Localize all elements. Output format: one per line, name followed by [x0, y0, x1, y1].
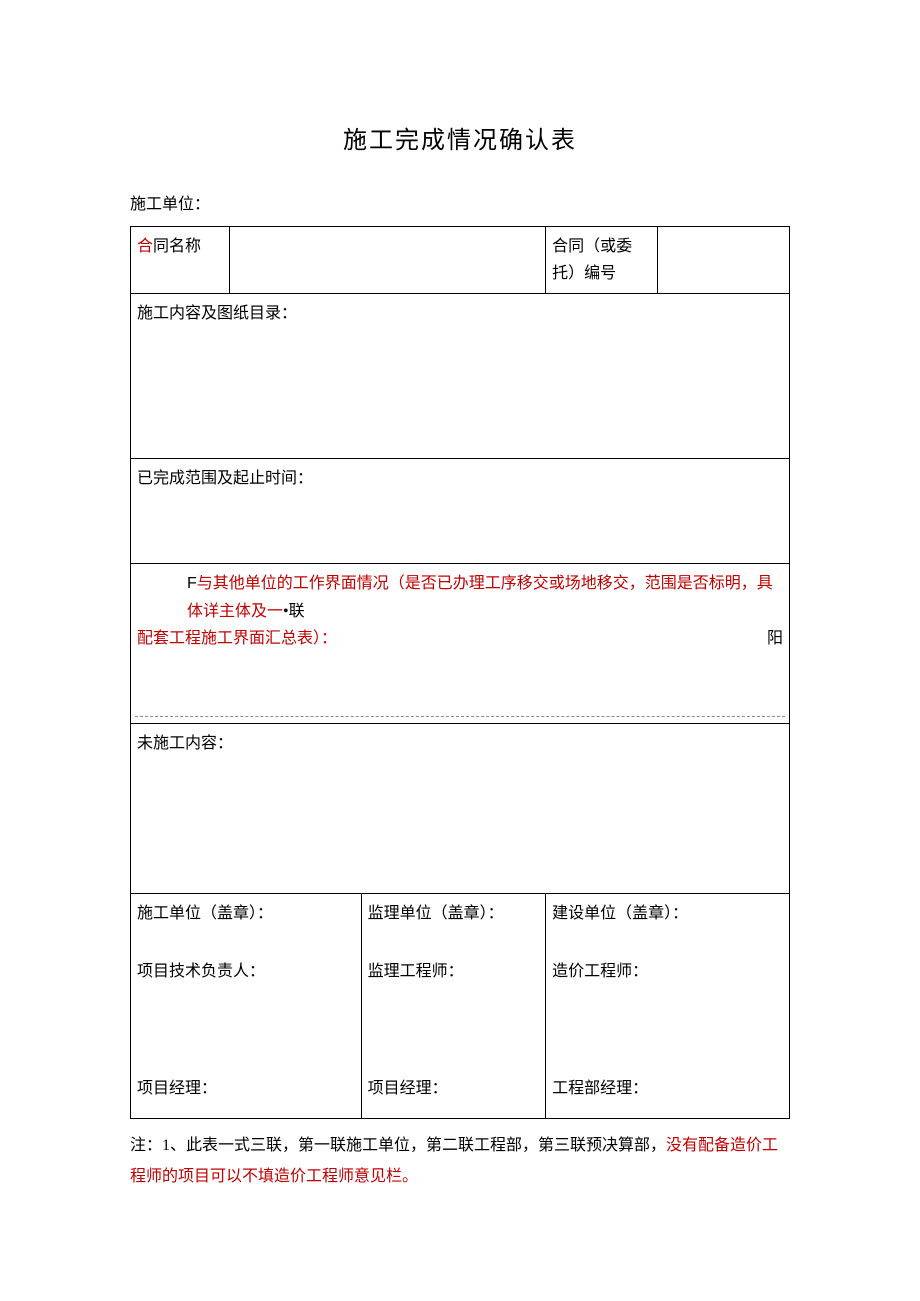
scope-cell: 已完成范围及起止时间： [131, 459, 790, 564]
interface-cell: F与其他单位的工作界面情况（是否已办理工序移交或场地移交，范围是否标明，具体详主… [131, 564, 790, 724]
note: 注：1、此表一式三联，第一联施工单位，第二联工程部，第三联预决算部，没有配备造价… [130, 1131, 790, 1192]
sign-col-1: 施工单位（盖章）： 项目技术负责人： 项目经理： [131, 894, 362, 1119]
contract-name-value [229, 227, 545, 294]
sign-col-3: 建设单位（盖章）： 造价工程师： 工程部经理： [546, 894, 790, 1119]
unconstructed-cell: 未施工内容： [131, 724, 790, 894]
unconstructed-label: 未施工内容： [137, 735, 233, 752]
contract-name-suffix: 同名称 [153, 238, 201, 255]
interface-prefix: F [187, 575, 197, 592]
contract-no-label: 合同（或委托）编号 [546, 227, 658, 294]
contract-name-prefix: 合 [137, 238, 153, 255]
tech-lead-label: 项目技术负责人： [137, 958, 355, 985]
interface-line2: 配套工程施工界面汇总表）： [137, 625, 337, 652]
content-label: 施工内容及图纸目录： [137, 305, 297, 322]
engineering-dept-manager-label: 工程部经理： [552, 1075, 783, 1102]
supervision-seal-label: 监理单位（盖章）： [368, 900, 540, 927]
cost-engineer-label: 造价工程师： [552, 958, 783, 985]
owner-seal-label: 建设单位（盖章）： [552, 900, 783, 927]
project-manager-2-label: 项目经理： [368, 1075, 540, 1102]
construction-unit-label: 施工单位： [130, 190, 790, 214]
interface-line1: 与其他单位的工作界面情况（是否已办理工序移交或场地移交，范围是否标明，具体详主体… [187, 575, 773, 619]
interface-side-char: 阳 [767, 625, 783, 652]
contract-name-label: 合同名称 [131, 227, 230, 294]
form-table: 合同名称 合同（或委托）编号 施工内容及图纸目录： 已完成范围及起止时间： F与… [130, 226, 790, 1119]
scope-label: 已完成范围及起止时间： [137, 470, 313, 487]
contract-no-value [658, 227, 790, 294]
sign-col-2: 监理单位（盖章）： 监理工程师： 项目经理： [361, 894, 546, 1119]
construction-seal-label: 施工单位（盖章）： [137, 900, 355, 927]
content-cell: 施工内容及图纸目录： [131, 294, 790, 459]
form-title: 施工完成情况确认表 [130, 120, 790, 155]
dashed-line [135, 716, 785, 717]
note-black: 注：1、此表一式三联，第一联施工单位，第二联工程部，第三联预决算部， [130, 1137, 666, 1154]
project-manager-1-label: 项目经理： [137, 1075, 355, 1102]
interface-line1-end: •联 [283, 603, 305, 620]
supervision-engineer-label: 监理工程师： [368, 958, 540, 985]
